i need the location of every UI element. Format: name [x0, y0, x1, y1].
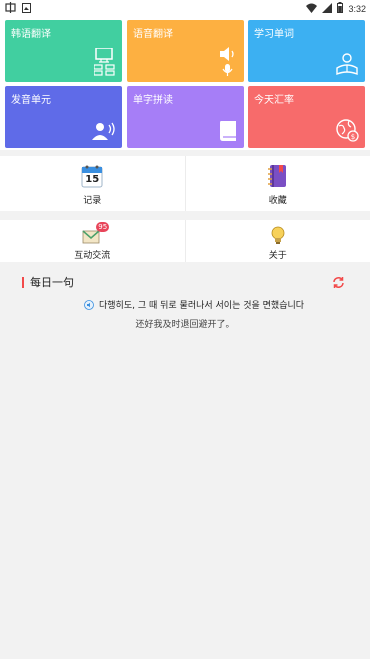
record-label: 记录: [83, 196, 102, 206]
tile-label: 语音翻译: [133, 29, 173, 40]
battery-icon: [337, 2, 344, 16]
tile-voice-translate[interactable]: 语音翻译: [127, 20, 244, 82]
tile-pronunciation[interactable]: 发音单元: [5, 86, 122, 148]
daily-sentence-card: 每日一句 다행히도, 그 때 뒤로 물러나서 서이는 것을 면했습니다 还好我及…: [0, 262, 370, 334]
record-button[interactable]: 15 记录: [0, 156, 186, 211]
accent-bar: [22, 276, 24, 288]
daily-sentence-title: 每日一句: [30, 276, 74, 289]
translate-screen-icon: [94, 48, 116, 76]
mail-icon: 95: [82, 222, 110, 248]
speaker-person-icon: [92, 120, 116, 142]
tile-label: 韩语翻译: [11, 29, 51, 40]
message-badge: 95: [96, 222, 110, 232]
app-notification-icon: [5, 2, 16, 17]
about-button[interactable]: 关于: [186, 220, 370, 262]
image-notification-icon: [22, 2, 31, 17]
play-audio-icon[interactable]: [84, 299, 94, 310]
tile-study-words[interactable]: 学习单词: [248, 20, 365, 82]
tile-exchange-rate[interactable]: 今天汇率 $: [248, 86, 365, 148]
favorites-button[interactable]: 收藏: [186, 156, 370, 211]
currency-globe-icon: $: [336, 119, 359, 142]
status-bar: 3:32: [0, 0, 370, 16]
calendar-icon: 15: [81, 164, 103, 192]
tile-label: 学习单词: [254, 29, 294, 40]
tile-label: 今天汇率: [254, 95, 294, 106]
tile-label: 发音单元: [11, 95, 51, 106]
voice-icon: [216, 47, 238, 76]
tile-label: 单字拼读: [133, 95, 173, 106]
wifi-icon: [306, 3, 318, 16]
grid-row-bottom: 95 互动交流 关于: [0, 220, 370, 262]
daily-sentence-header: 每日一句: [22, 274, 74, 290]
community-label: 互动交流: [74, 251, 111, 261]
status-time: 3:32: [348, 4, 366, 14]
tile-korean-translate[interactable]: 韩语翻译: [5, 20, 122, 82]
favorites-label: 收藏: [268, 196, 287, 206]
refresh-icon[interactable]: [332, 274, 345, 288]
korean-sentence: 다행히도, 그 때 뒤로 물러나서 서이는 것을 면했습니다: [99, 301, 305, 311]
chinese-translation: 还好我及时退回避开了。: [135, 320, 235, 330]
community-button[interactable]: 95 互动交流: [0, 220, 186, 262]
tile-spelling[interactable]: 单字拼读: [127, 86, 244, 148]
study-icon: [336, 53, 359, 76]
svg-text:$: $: [351, 133, 355, 141]
book-icon: [216, 120, 238, 142]
signal-icon: [322, 2, 333, 16]
notebook-icon: [267, 164, 289, 192]
calendar-day: 15: [85, 174, 100, 185]
about-label: 关于: [268, 251, 287, 261]
grid-row-top: 15 记录 收藏: [0, 156, 370, 211]
lightbulb-icon: [270, 226, 286, 250]
korean-sentence-row: 다행히도, 그 때 뒤로 물러나서 서이는 것을 면했습니다: [84, 298, 304, 311]
